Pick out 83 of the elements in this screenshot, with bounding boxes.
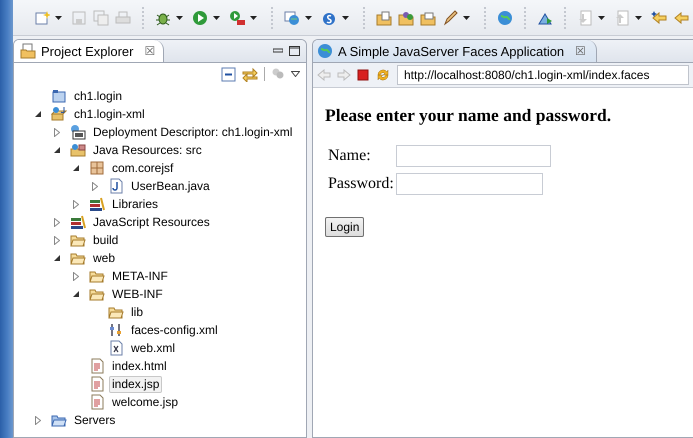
tree-item[interactable]: welcome.jsp xyxy=(109,394,182,410)
collapsed-arrow-icon[interactable] xyxy=(54,236,60,244)
text-file-icon xyxy=(89,358,105,374)
collapsed-arrow-icon[interactable] xyxy=(73,272,79,280)
expanded-arrow-icon[interactable] xyxy=(73,291,79,297)
folder-icon xyxy=(20,43,36,59)
web-project-icon xyxy=(51,106,67,122)
tree-item[interactable]: lib xyxy=(128,304,146,320)
login-button[interactable]: Login xyxy=(325,217,364,237)
xml-file-icon xyxy=(108,340,124,356)
pen-icon[interactable] xyxy=(442,10,458,26)
stop-icon[interactable] xyxy=(357,69,369,81)
tree-item[interactable]: build xyxy=(90,232,122,248)
collapse-all-icon[interactable] xyxy=(221,66,236,82)
text-file-icon xyxy=(89,394,105,410)
dropdown-arrow-icon[interactable] xyxy=(176,16,183,20)
config-icon xyxy=(108,322,124,338)
project-icon xyxy=(51,88,67,104)
field-label: Name: xyxy=(328,147,372,165)
collapsed-arrow-icon[interactable] xyxy=(54,218,60,226)
password-field[interactable] xyxy=(396,173,543,195)
maximize-icon[interactable] xyxy=(289,46,300,56)
dropdown-arrow-icon[interactable] xyxy=(342,16,349,20)
refresh-icon[interactable] xyxy=(375,67,391,83)
dropdown-arrow-icon[interactable] xyxy=(213,16,220,20)
dropdown-arrow-icon[interactable] xyxy=(598,16,605,20)
run-icon[interactable] xyxy=(192,10,208,26)
new-icon[interactable] xyxy=(34,10,50,26)
open-folder-icon[interactable] xyxy=(376,10,392,26)
globe-icon xyxy=(317,43,333,59)
collapsed-arrow-icon[interactable] xyxy=(92,182,98,190)
tree-item[interactable]: WEB-INF xyxy=(109,286,166,302)
tree-item[interactable]: META-INF xyxy=(109,268,171,284)
expanded-arrow-icon[interactable] xyxy=(54,147,60,153)
tree-item[interactable]: JavaScript Resources xyxy=(90,214,213,230)
page-heading: Please enter your name and password. xyxy=(325,105,612,126)
dropdown-arrow-icon[interactable] xyxy=(635,16,642,20)
tree-item[interactable]: index.html xyxy=(109,358,170,374)
close-icon[interactable]: ☒ xyxy=(575,44,586,58)
name-field[interactable] xyxy=(396,145,551,167)
url-field[interactable]: http://localhost:8080/ch1.login-xml/index.faces xyxy=(397,65,689,85)
view-menu-icon[interactable] xyxy=(291,71,300,77)
java-resources-icon xyxy=(70,142,86,158)
expanded-arrow-icon[interactable] xyxy=(35,111,41,117)
tree-item[interactable]: ch1.login xyxy=(71,88,126,104)
tree-item[interactable]: ch1.login-xml xyxy=(71,106,148,122)
collapsed-arrow-icon[interactable] xyxy=(73,200,79,208)
books-icon xyxy=(89,196,105,212)
expanded-arrow-icon[interactable] xyxy=(73,165,79,171)
field-label: Password: xyxy=(328,175,394,193)
package-icon xyxy=(89,160,105,176)
tree-item[interactable]: faces-config.xml xyxy=(128,322,221,338)
books-icon xyxy=(70,214,86,230)
run-tools-icon[interactable] xyxy=(229,10,245,26)
tree-item[interactable]: index.jsp xyxy=(109,376,162,392)
descriptor-icon xyxy=(70,124,86,140)
globe-icon[interactable] xyxy=(284,10,300,26)
tree-item[interactable]: web.xml xyxy=(128,340,178,356)
expanded-arrow-icon[interactable] xyxy=(54,255,60,261)
open-folder-icon[interactable] xyxy=(420,10,436,26)
dropdown-arrow-icon[interactable] xyxy=(250,16,257,20)
tree-item[interactable]: web xyxy=(90,250,118,266)
tree-item[interactable]: UserBean.java xyxy=(128,178,213,194)
link-editor-icon[interactable] xyxy=(242,66,258,82)
project-explorer-tab[interactable]: Project Explorer ☒ xyxy=(14,40,164,62)
open-folder-icon[interactable] xyxy=(398,10,414,26)
close-icon[interactable]: ☒ xyxy=(144,44,156,58)
collapsed-arrow-icon[interactable] xyxy=(35,416,41,424)
dropdown-arrow-icon[interactable] xyxy=(55,16,62,20)
dropdown-arrow-icon[interactable] xyxy=(305,16,312,20)
browser-tab[interactable]: A Simple JavaServer Faces Application ☒ xyxy=(313,40,598,62)
last-edit-icon[interactable] xyxy=(651,10,667,26)
collapsed-arrow-icon[interactable] xyxy=(54,128,60,136)
tree-item[interactable]: Java Resources: src xyxy=(90,142,205,158)
text-file-icon xyxy=(89,376,105,392)
tree-item[interactable]: Servers xyxy=(71,412,118,428)
back-icon[interactable] xyxy=(673,10,689,26)
dropdown-arrow-icon[interactable] xyxy=(463,16,470,20)
tree-item[interactable]: Libraries xyxy=(109,196,162,212)
tree-item[interactable]: Deployment Descriptor: ch1.login-xml xyxy=(90,124,296,140)
globe-icon[interactable] xyxy=(497,10,513,26)
tree-item[interactable]: com.corejsf xyxy=(109,160,176,176)
java-file-icon xyxy=(108,178,124,194)
